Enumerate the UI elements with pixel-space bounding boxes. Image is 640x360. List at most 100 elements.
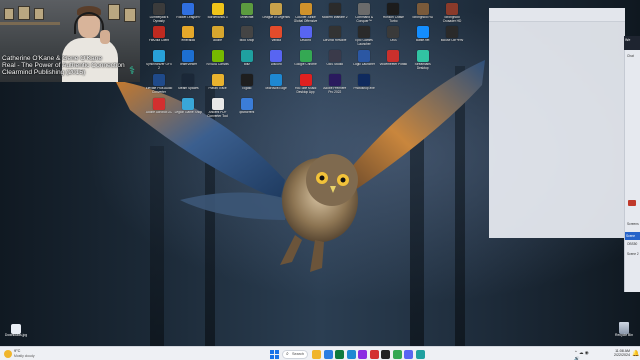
taskbar-search[interactable]: ⌕ Search	[282, 349, 308, 359]
app-window[interactable]	[489, 8, 625, 238]
desktop-icon[interactable]: Photoshop.exe	[350, 74, 378, 91]
desktop-icon[interactable]: Adobe Premiere Pro 2022	[321, 74, 349, 94]
desktop-icon[interactable]: Piarah Trace	[204, 74, 232, 91]
panel-item[interactable]: Chat	[627, 54, 634, 58]
desktop-icon-label: Downloads.jpg	[4, 333, 28, 337]
pinned-app-icon[interactable]	[323, 349, 333, 359]
app-icon	[387, 3, 400, 15]
desktop-icon[interactable]: Google Chrome	[292, 50, 320, 67]
desktop-icon-label: Counter-Strike Global Offensive	[293, 16, 318, 23]
desktop-icon[interactable]: Logic Launcher	[350, 50, 378, 67]
desktop-icon[interactable]: Blitz	[233, 50, 261, 67]
desktop-icon-label: Piarah Trace	[208, 87, 227, 90]
desktop-icon[interactable]: Elevate Plus Audio Converter	[145, 74, 173, 94]
desktop-icon[interactable]: Legion Game Shop	[174, 98, 202, 115]
clock[interactable]: 11:08 AM 2/22/2024	[596, 349, 630, 360]
desktop-icon-label: Microsoft Edge	[265, 87, 287, 90]
desktop-icon[interactable]: adobe	[204, 26, 232, 43]
desktop-icon[interactable]: Horizon Chase Turbo	[379, 3, 407, 23]
weather-widget[interactable]: 9°C Mostly cloudy	[4, 349, 64, 359]
app-icon	[153, 3, 165, 15]
panel-item[interactable]: OBS50	[627, 242, 637, 246]
desktop-icon[interactable]: Counter-Strike Global Offensive	[292, 3, 320, 23]
desktop-icon[interactable]: emeraldB	[174, 26, 202, 43]
pinned-app-icon[interactable]	[312, 349, 321, 359]
desktop-icon-label: Battle.net	[415, 39, 430, 42]
start-button[interactable]	[270, 349, 279, 359]
desktop-icon[interactable]: Stronghold Crusader HD	[438, 3, 466, 23]
app-icon	[270, 26, 283, 38]
desktop-icon-label: Voicemeeter Potato	[379, 63, 408, 66]
desktop-icon[interactable]: Vanilla	[262, 26, 290, 43]
system-tray[interactable]: ⌃ ☁ ◉ 🔊	[574, 350, 594, 360]
app-icon	[153, 98, 165, 110]
desktop-icon[interactable]: Discord	[262, 50, 290, 67]
app-icon	[358, 3, 371, 15]
desktop-icon[interactable]: Lumberjack's Dynasty	[145, 3, 173, 23]
pinned-app-icon[interactable]	[392, 349, 402, 359]
desktop-icon[interactable]: Mod Shop	[233, 26, 261, 43]
desktop-icon[interactable]: Battle.net	[409, 26, 437, 43]
panel-item-active[interactable]: Scene	[625, 232, 640, 240]
desktop-icon[interactable]: TeamViewer	[174, 50, 202, 67]
desktop-icon[interactable]: Adobe Acrobat DC	[145, 98, 173, 115]
desktop-icon[interactable]: Command & Conquer™	[350, 3, 378, 23]
desktop-icon[interactable]: Steam Spaces	[174, 74, 202, 91]
desktop-icon[interactable]: OBS Studio	[321, 50, 349, 67]
taskbar: 9°C Mostly cloudy ⌕ Search ⌃ ☁ ◉ 🔊 11:08…	[0, 346, 640, 360]
desktop-icon[interactable]: qBittorrent	[233, 98, 261, 115]
desktop-icon[interactable]: Stronghold HD	[409, 3, 437, 20]
recycle-bin[interactable]: Recycle Bin	[612, 322, 636, 338]
desktop-icon-label: Horizon Chase Turbo	[382, 16, 404, 23]
app-icon	[328, 50, 341, 62]
pinned-app-icon[interactable]	[335, 349, 344, 359]
pinned-app-icon[interactable]	[346, 349, 356, 359]
desktop-icon[interactable]: Ancient PDF Converter Tool	[204, 98, 232, 118]
app-icon	[270, 74, 283, 86]
pinned-app-icon[interactable]	[381, 349, 390, 359]
desktop-icon[interactable]: Streamlabs Desktop	[409, 50, 437, 70]
desktop-icon[interactable]: Synchronizer GFX 2	[145, 50, 173, 70]
desktop-icon[interactable]: Borderlands 3	[204, 3, 232, 20]
record-indicator[interactable]	[628, 200, 636, 206]
desktop-icon[interactable]: Rocket League®	[174, 3, 202, 20]
desktop-icon[interactable]: Voicemeeter Potato	[379, 50, 407, 67]
desktop-icon[interactable]: YouTube Music Desktop App	[292, 74, 320, 94]
desktop-file-icon[interactable]: Downloads.jpg	[4, 324, 28, 338]
windows-logo-icon	[275, 354, 279, 359]
desktop-icon[interactable]: NVIDIA Canvas	[204, 50, 232, 67]
desktop-icon-label: Steam Spaces	[177, 87, 199, 90]
desktop-icon[interactable]: DaVinci Resolve	[321, 26, 349, 43]
desktop-icon-label: Command & Conquer™	[355, 16, 373, 23]
app-window-titlebar[interactable]	[489, 8, 625, 22]
pinned-app-icon[interactable]	[415, 349, 425, 359]
desktop-icon-label: OBS	[390, 39, 397, 42]
desktop-icon[interactable]: Mouse Ctrl+env	[438, 26, 466, 43]
panel-item[interactable]: Scene 2	[627, 252, 639, 256]
wall-frame	[18, 6, 30, 20]
pinned-app-icon[interactable]	[404, 349, 413, 359]
app-icon	[299, 26, 312, 38]
recycle-bin-label: Recycle Bin	[615, 333, 633, 337]
desktop-icon-label: Photoshop.exe	[353, 87, 375, 90]
desktop-icon[interactable]: League of Legends	[262, 3, 290, 20]
desktop-icon-label: Lumberjack's Dynasty	[149, 16, 169, 23]
app-icon	[358, 26, 371, 38]
side-panel[interactable]: Chat Screens OBS50 Scene 2	[624, 36, 640, 292]
desktop-icon[interactable]: OBS	[379, 26, 407, 43]
desktop-icon[interactable]: Discord	[292, 26, 320, 43]
desktop-icon[interactable]: Epic Games Launcher	[350, 26, 378, 46]
app-icon	[358, 74, 371, 86]
app-icon	[387, 26, 400, 38]
desktop-icon[interactable]: Elgato	[233, 74, 261, 91]
panel-item[interactable]: Screens	[627, 222, 639, 226]
desktop-icon[interactable]: Microsoft Edge	[262, 74, 290, 91]
pinned-app-icon[interactable]	[369, 349, 379, 359]
notification-bell-icon[interactable]: 🔔	[632, 350, 639, 358]
owl-pupil	[340, 177, 346, 183]
desktop-icon[interactable]: Modern Warfare 2	[321, 3, 349, 20]
pinned-app-icon[interactable]	[358, 349, 367, 359]
desktop-icon[interactable]: FileZilla Client	[145, 26, 173, 43]
clock-date: 2/22/2024	[614, 352, 630, 357]
desktop-icon[interactable]: Minecraft	[233, 3, 261, 20]
